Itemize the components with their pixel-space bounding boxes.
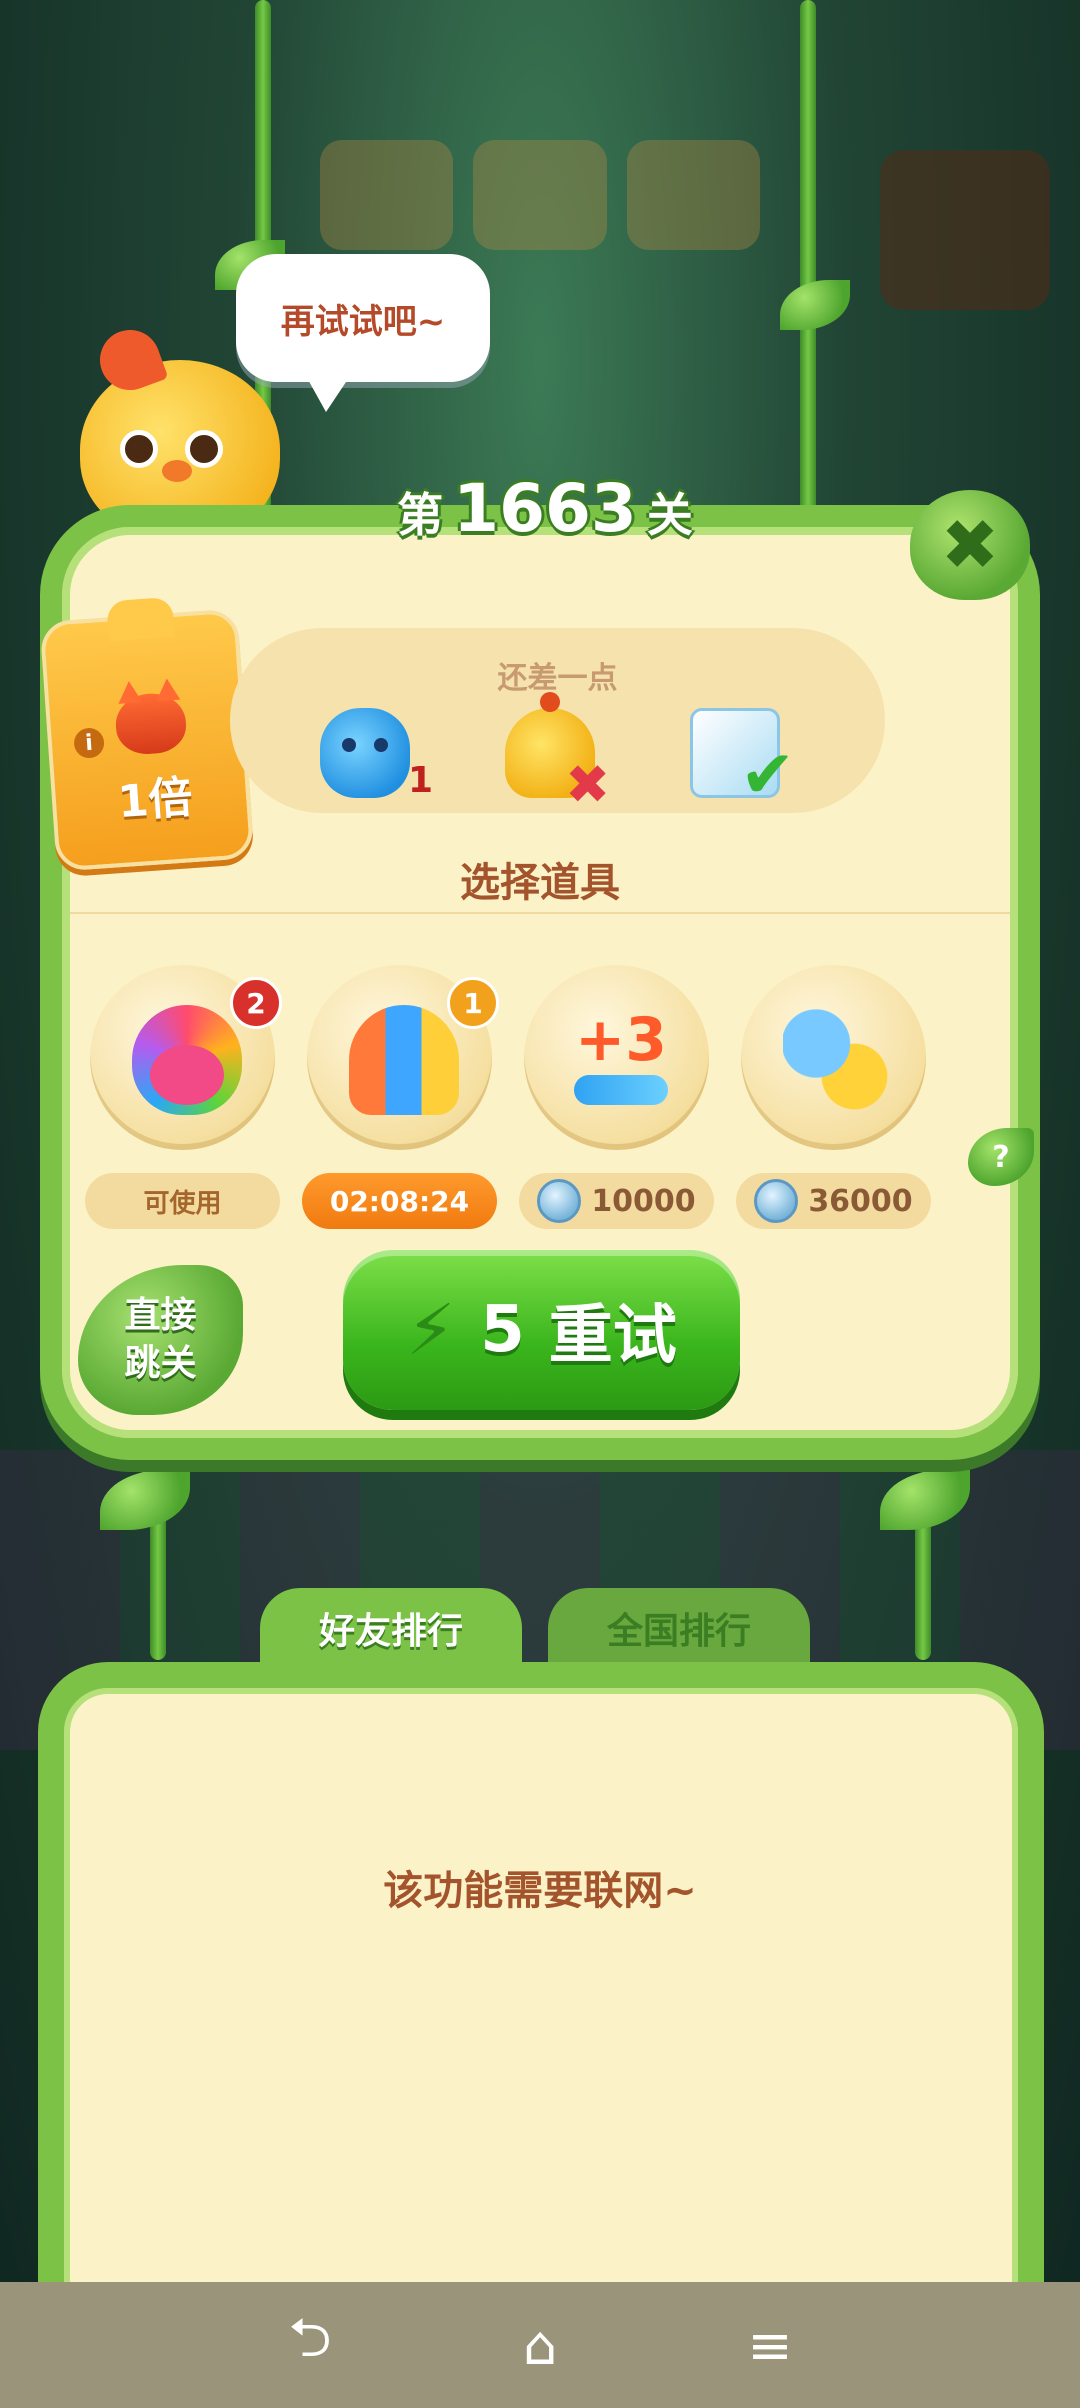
home-icon[interactable]: ⌂ bbox=[510, 2314, 570, 2377]
level-number: 1663 bbox=[453, 470, 637, 547]
booster-rainbow-owl[interactable]: 2 可使用 bbox=[85, 965, 282, 1235]
level-prefix: 第 bbox=[397, 488, 444, 542]
retry-cost: 5 bbox=[480, 1293, 525, 1367]
tab-national-ranking[interactable]: 全国排行 bbox=[548, 1588, 810, 1668]
booster-count-badge: 1 bbox=[447, 977, 499, 1029]
speech-bubble: 再试试吧~ bbox=[236, 254, 490, 412]
goal-progress-box: 还差一点 1 ✖ ✔ bbox=[230, 628, 885, 816]
level-suffix: 关 bbox=[646, 488, 693, 542]
ranking-tabs: 好友排行 全国排行 bbox=[260, 1588, 820, 1668]
select-booster-title: 选择道具 bbox=[460, 860, 620, 906]
multiplier-label: 1倍 bbox=[116, 772, 195, 829]
booster-orb: +3 bbox=[524, 965, 709, 1150]
score-multiplier-tag[interactable]: i 1倍 bbox=[39, 608, 255, 872]
close-button[interactable]: ✖ bbox=[910, 490, 1030, 600]
retry-button[interactable]: ⚡ 5 重试 bbox=[343, 1250, 740, 1410]
retry-label: 重试 bbox=[548, 1299, 677, 1373]
fail-x-icon: ✖ bbox=[565, 753, 611, 816]
vine-right bbox=[800, 0, 816, 520]
hippo-goal-icon bbox=[320, 708, 410, 798]
background-board-panel bbox=[880, 150, 1050, 310]
booster-swap[interactable]: 36000 bbox=[736, 965, 931, 1235]
skip-label-line1: 直接 bbox=[124, 1295, 197, 1336]
booster-price: 10000 bbox=[519, 1173, 714, 1229]
back-icon[interactable]: ⮌ bbox=[280, 2306, 340, 2375]
close-icon: ✖ bbox=[940, 504, 1000, 586]
question-icon: ? bbox=[992, 1139, 1010, 1175]
background-board-slots bbox=[320, 140, 760, 250]
level-title: 第 1663 关 bbox=[380, 470, 710, 560]
check-icon: ✔ bbox=[740, 736, 796, 813]
info-icon[interactable]: i bbox=[73, 727, 106, 760]
skip-label-line2: 跳关 bbox=[124, 1343, 197, 1384]
lightning-icon: ⚡ bbox=[406, 1289, 456, 1371]
booster-list: 2 可使用 1 02:08:24 +3 10000 36000 bbox=[85, 965, 960, 1235]
offline-message: 该功能需要联网~ bbox=[383, 1868, 697, 1914]
booster-timer: 02:08:24 bbox=[302, 1173, 497, 1229]
coin-icon bbox=[754, 1179, 799, 1223]
chick-eye bbox=[120, 430, 158, 468]
chick-eye bbox=[185, 430, 223, 468]
booster-count-badge: 2 bbox=[230, 977, 282, 1029]
menu-icon[interactable]: ≡ bbox=[740, 2314, 800, 2377]
booster-price-value: 36000 bbox=[808, 1183, 913, 1219]
rainbow-owl-icon bbox=[132, 1005, 242, 1115]
booster-rockets[interactable]: 1 02:08:24 bbox=[302, 965, 499, 1235]
speech-bubble-text: 再试试吧~ bbox=[280, 301, 446, 342]
swap-icon bbox=[783, 1005, 893, 1115]
rockets-icon bbox=[349, 1005, 459, 1115]
fox-icon bbox=[113, 691, 188, 757]
system-navbar: ⮌ ⌂ ≡ bbox=[0, 2282, 1080, 2408]
hippo-goal-count: 1 bbox=[408, 760, 434, 801]
booster-orb bbox=[741, 965, 926, 1150]
booster-status-label: 可使用 bbox=[85, 1173, 280, 1229]
coin-icon bbox=[537, 1179, 582, 1223]
plus-three-moves-icon: +3 bbox=[566, 1005, 676, 1115]
booster-plus-three-moves[interactable]: +3 10000 bbox=[519, 965, 714, 1235]
booster-price: 36000 bbox=[736, 1173, 931, 1229]
divider bbox=[70, 912, 1010, 914]
goal-hint: 还差一点 bbox=[497, 661, 618, 696]
tab-friends-ranking[interactable]: 好友排行 bbox=[260, 1588, 522, 1668]
chick-beak bbox=[162, 460, 192, 482]
booster-price-value: 10000 bbox=[591, 1183, 696, 1219]
